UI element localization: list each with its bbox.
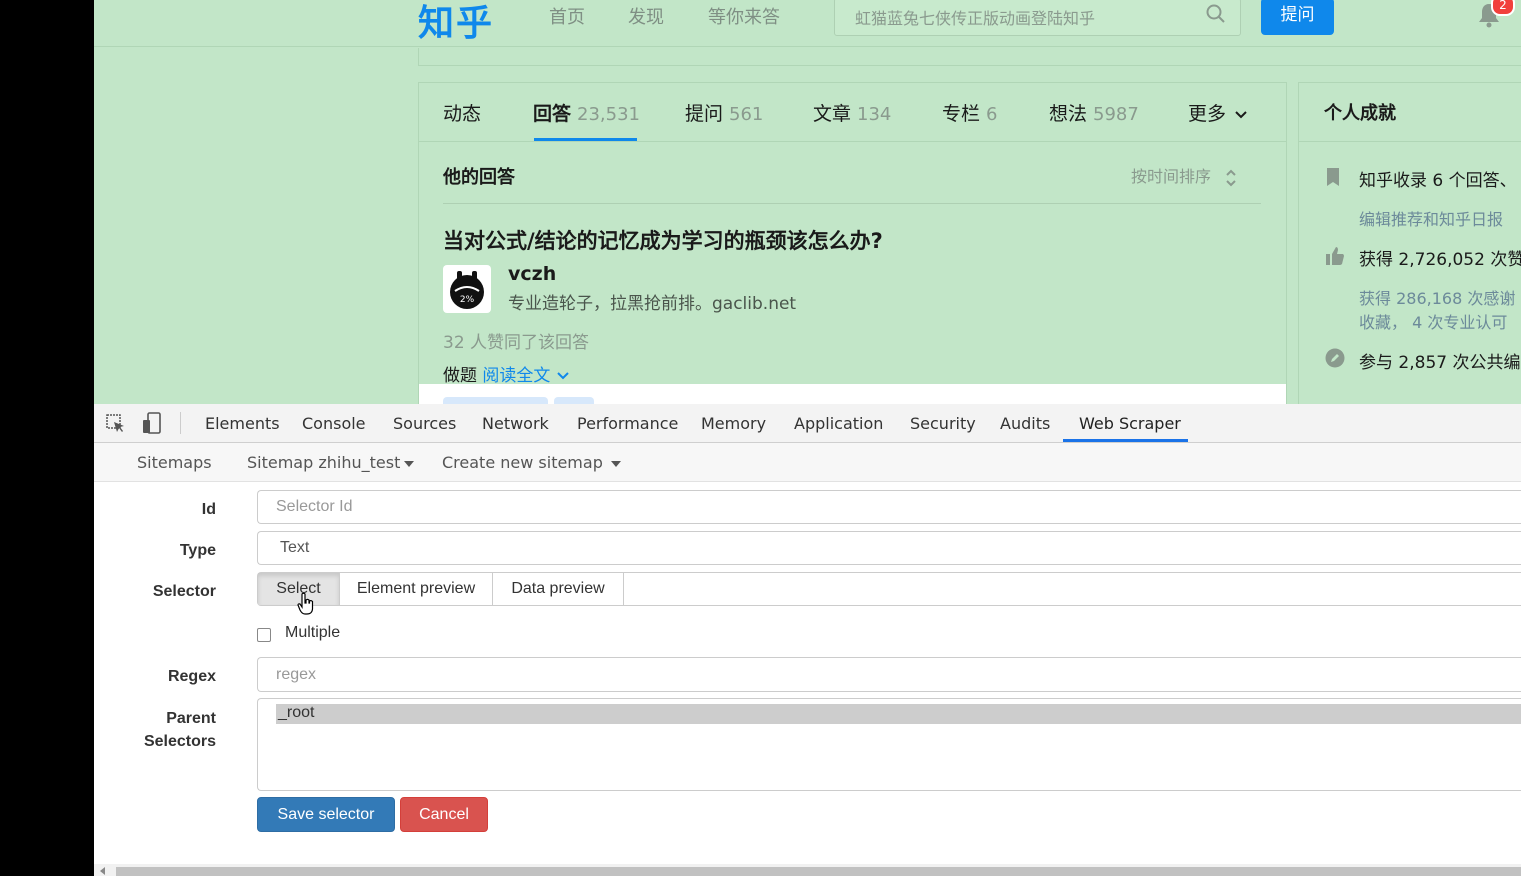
parent-selectors-label-line2: Selectors <box>143 733 216 750</box>
active-tab-underline <box>1063 439 1188 442</box>
hand-cursor-icon <box>297 592 314 615</box>
answers-card: 动态 回答 23,531 提问 561 文章 134 专栏 6 想法 5987 更多 他的… <box>418 82 1287 404</box>
achievement-line: 知乎收录 6 个回答、 <box>1359 171 1517 191</box>
edit-icon <box>1325 348 1345 368</box>
active-tab-underline <box>534 138 637 141</box>
id-label: Id <box>201 501 216 518</box>
chevron-down-icon <box>1235 111 1247 119</box>
downvote-button-partial[interactable] <box>554 397 594 404</box>
parent-option-root[interactable]: _root <box>276 704 1521 724</box>
regex-label: Regex <box>167 668 216 685</box>
achievement-line: 参与 2,857 次公共编 <box>1359 353 1521 373</box>
tab-performance[interactable]: Performance <box>577 414 678 433</box>
achievement-line: 收藏， 4 次专业认可 <box>1359 313 1508 332</box>
achievement-line[interactable]: 编辑推荐和知乎日报 <box>1359 206 1503 230</box>
answer-excerpt: 做题 阅读全文 <box>443 361 570 386</box>
search-box[interactable]: 虹猫蓝兔七侠传正版动画登陆知乎 <box>834 0 1241 36</box>
nav-waiting-answers[interactable]: 等你来答 <box>708 3 780 29</box>
sort-dropdown[interactable]: 按时间排序 <box>1131 163 1238 188</box>
zhihu-page: 知乎 首页 发现 等你来答 虹猫蓝兔七侠传正版动画登陆知乎 提问 2 动态 回答… <box>94 0 1521 404</box>
devtools-tabbar: Elements Console Sources Network Perform… <box>94 404 1521 443</box>
type-select[interactable]: Text <box>257 531 1521 565</box>
tab-network[interactable]: Network <box>482 414 549 433</box>
tab-memory[interactable]: Memory <box>701 414 766 433</box>
read-more-link[interactable]: 阅读全文 <box>482 366 569 386</box>
tab-articles[interactable]: 文章 134 <box>813 99 891 126</box>
web-scraper-navbar: Sitemaps Sitemap zhihu_test Create new s… <box>94 443 1521 482</box>
regex-input[interactable]: regex <box>257 657 1521 692</box>
devtools-panel: Elements Console Sources Network Perform… <box>94 404 1521 876</box>
zhihu-topbar: 知乎 首页 发现 等你来答 虹猫蓝兔七侠传正版动画登陆知乎 提问 2 <box>94 0 1521 47</box>
divider <box>180 412 181 434</box>
inspect-element-icon[interactable] <box>106 414 126 434</box>
author-name[interactable]: vczh <box>508 263 556 285</box>
element-preview-button[interactable]: Element preview <box>340 573 493 605</box>
chevron-down-icon <box>557 372 569 380</box>
tab-thoughts[interactable]: 想法 5987 <box>1049 99 1139 126</box>
section-title: 他的回答 <box>443 167 515 188</box>
profile-header-strip <box>418 48 1521 66</box>
sitemaps-link[interactable]: Sitemaps <box>137 453 212 472</box>
horizontal-scrollbar[interactable] <box>94 864 1521 876</box>
multiple-label[interactable]: Multiple <box>285 624 340 642</box>
avatar[interactable]: 2% <box>443 265 491 313</box>
thumbs-up-icon <box>1326 247 1344 265</box>
scroll-left-arrow-icon[interactable] <box>100 867 105 875</box>
create-sitemap-dropdown[interactable]: Create new sitemap <box>442 453 621 472</box>
caret-down-icon <box>404 460 415 467</box>
action-bar-area <box>419 384 1286 404</box>
tab-more[interactable]: 更多 <box>1188 99 1248 126</box>
nav-home[interactable]: 首页 <box>549 3 585 29</box>
multiple-checkbox[interactable] <box>257 628 271 642</box>
selector-button-group: Select Element preview Data preview <box>257 572 1521 606</box>
question-title[interactable]: 当对公式/结论的记忆成为学习的瓶颈该怎么办? <box>443 225 883 255</box>
sort-icon <box>1226 169 1236 186</box>
achievement-line: 获得 286,168 次感谢 <box>1359 289 1516 308</box>
ask-question-button[interactable]: 提问 <box>1261 0 1334 35</box>
achievement-line: 获得 2,726,052 次赞 <box>1359 250 1521 270</box>
notification-badge: 2 <box>1491 0 1515 16</box>
divider <box>1299 141 1521 142</box>
current-sitemap-dropdown[interactable]: Sitemap zhihu_test <box>247 453 415 472</box>
tab-questions[interactable]: 提问 561 <box>685 99 763 126</box>
tab-answers[interactable]: 回答 23,531 <box>533 99 640 126</box>
search-placeholder: 虹猫蓝兔七侠传正版动画登陆知乎 <box>855 9 1096 28</box>
nav-discover[interactable]: 发现 <box>628 3 664 29</box>
caret-down-icon <box>610 460 621 467</box>
vote-count: 32 人赞同了该回答 <box>443 333 590 353</box>
tab-audits[interactable]: Audits <box>1000 414 1050 433</box>
profile-tabs: 动态 回答 23,531 提问 561 文章 134 专栏 6 想法 5987 更多 <box>419 83 1286 142</box>
tab-sources[interactable]: Sources <box>393 414 456 433</box>
avatar-text: 2% <box>460 295 475 305</box>
vote-button-partial[interactable] <box>443 397 548 404</box>
type-label: Type <box>179 542 216 559</box>
parent-selectors-list[interactable]: _root <box>257 698 1521 791</box>
tab-web-scraper[interactable]: Web Scraper <box>1079 414 1181 433</box>
cancel-button[interactable]: Cancel <box>400 797 488 832</box>
tab-application[interactable]: Application <box>794 414 883 433</box>
tab-columns[interactable]: 专栏 6 <box>942 99 997 126</box>
achievements-title: 个人成就 <box>1324 103 1396 124</box>
zhihu-logo[interactable]: 知乎 <box>418 0 494 46</box>
scrollbar-thumb[interactable] <box>116 867 1521 876</box>
selector-id-input[interactable]: Selector Id <box>257 490 1521 524</box>
tab-activity[interactable]: 动态 <box>443 99 481 126</box>
achievements-card: 个人成就 知乎收录 6 个回答、 编辑推荐和知乎日报 获得 2,726,052 … <box>1298 82 1521 404</box>
search-icon[interactable] <box>1206 4 1226 28</box>
tab-elements[interactable]: Elements <box>205 414 280 433</box>
device-toolbar-icon[interactable] <box>142 412 164 434</box>
save-selector-button[interactable]: Save selector <box>257 797 395 832</box>
tab-console[interactable]: Console <box>302 414 366 433</box>
tab-security[interactable]: Security <box>910 414 976 433</box>
divider <box>443 203 1261 204</box>
bookmark-icon <box>1327 168 1339 186</box>
data-preview-button[interactable]: Data preview <box>493 573 624 605</box>
author-headline: 专业造轮子，拉黑抢前排。gaclib.net <box>508 294 797 314</box>
selector-label: Selector <box>152 583 216 600</box>
parent-selectors-label: Parent <box>166 710 216 727</box>
